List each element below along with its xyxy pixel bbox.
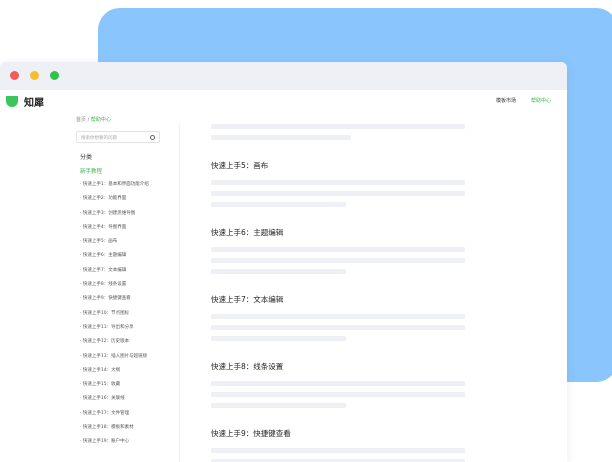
breadcrumb-home[interactable]: 首页 (76, 117, 86, 123)
nav-templates[interactable]: 模板市场 (496, 97, 516, 104)
text-placeholder (211, 381, 465, 386)
app-name: 知犀 (24, 98, 44, 109)
sidebar-item[interactable]: · 快速上手12：历史版本 (80, 338, 149, 352)
app-logo[interactable]: 知犀 (6, 94, 44, 109)
main-content: 快速上手5：画布 快速上手6：主题编辑 快速上手7：文本编辑 快速上手8：线条设置 快速… (211, 124, 465, 462)
article-section: 快速上手6：主题编辑 (211, 227, 465, 274)
sidebar: 分类 新手教程 · 快速上手1：基本和界面功能介绍 · 快速上手2：功能界面 · 快… (80, 152, 149, 453)
sidebar-item[interactable]: · 快速上手16：关联线 (80, 395, 149, 409)
section-newbie[interactable]: 新手教程 (80, 167, 149, 181)
sidebar-item[interactable]: · 快速上手7：文本编辑 (80, 267, 149, 281)
article-section: 快速上手9：快捷键查看 (211, 428, 465, 462)
sidebar-item[interactable]: · 快速上手1：基本和界面功能介绍 (80, 181, 149, 195)
sidebar-item[interactable]: · 快速上手13：插入图片与超链接 (80, 353, 149, 367)
text-placeholder (211, 180, 465, 185)
breadcrumb: 首页 / 帮助中心 (76, 117, 111, 123)
sidebar-item[interactable]: · 快速上手4：导图界面 (80, 224, 149, 238)
search-input[interactable]: 搜索你想要的问题 (76, 131, 160, 143)
text-placeholder (211, 392, 465, 397)
text-placeholder (211, 325, 465, 330)
article-section: 快速上手5：画布 (211, 160, 465, 207)
article-heading[interactable]: 快速上手8：线条设置 (211, 361, 465, 372)
maximize-button[interactable] (50, 71, 59, 80)
sidebar-item[interactable]: · 快速上手8：线条设置 (80, 281, 149, 295)
text-placeholder (211, 314, 465, 319)
text-placeholder (211, 247, 465, 252)
sidebar-item[interactable]: · 快速上手2：功能界面 (80, 195, 149, 209)
article-heading[interactable]: 快速上手6：主题编辑 (211, 227, 465, 238)
article-heading[interactable]: 快速上手5：画布 (211, 160, 465, 171)
sidebar-item[interactable]: · 快速上手3：创建思维导图 (80, 210, 149, 224)
sidebar-item[interactable]: · 快速上手15：收藏 (80, 381, 149, 395)
sidebar-item[interactable]: · 快速上手17：文件管理 (80, 410, 149, 424)
title-bar (0, 62, 567, 90)
text-placeholder (211, 336, 346, 341)
browser-window: 知犀 模板市场 帮助中心 首页 / 帮助中心 搜索你想要的问题 分类 新手教程 … (0, 62, 567, 462)
article-section: 快速上手8：线条设置 (211, 361, 465, 408)
article-heading[interactable]: 快速上手9：快捷键查看 (211, 428, 465, 439)
sidebar-item[interactable]: · 快速上手18：模板和素材 (80, 424, 149, 438)
text-placeholder (211, 135, 351, 140)
article-heading[interactable]: 快速上手7：文本编辑 (211, 294, 465, 305)
text-placeholder (211, 448, 465, 453)
sidebar-item[interactable]: · 快速上手11：导出和分享 (80, 324, 149, 338)
sidebar-item[interactable]: · 快速上手5：画布 (80, 238, 149, 252)
text-placeholder (211, 124, 465, 129)
divider (179, 124, 180, 462)
text-placeholder (211, 403, 346, 408)
breadcrumb-current: 帮助中心 (90, 117, 111, 123)
search-icon[interactable] (150, 135, 155, 140)
text-placeholder (211, 258, 465, 263)
sidebar-item[interactable]: · 快速上手14：大纲 (80, 367, 149, 381)
minimize-button[interactable] (30, 71, 39, 80)
sidebar-item[interactable]: · 快速上手10：节点图标 (80, 310, 149, 324)
text-placeholder (211, 202, 346, 207)
sidebar-item[interactable]: · 快速上手6：主题编辑 (80, 252, 149, 266)
sidebar-item[interactable]: · 快速上手19：账户中心 (80, 438, 149, 452)
nav-help[interactable]: 帮助中心 (531, 97, 551, 104)
text-placeholder (211, 191, 465, 196)
search-placeholder: 搜索你想要的问题 (81, 136, 117, 141)
category-heading: 分类 (80, 154, 93, 161)
sidebar-item[interactable]: · 快速上手9：快捷键查看 (80, 295, 149, 309)
article-section: 快速上手7：文本编辑 (211, 294, 465, 341)
text-placeholder (211, 269, 346, 274)
close-button[interactable] (10, 71, 19, 80)
leaf-icon (6, 96, 18, 107)
